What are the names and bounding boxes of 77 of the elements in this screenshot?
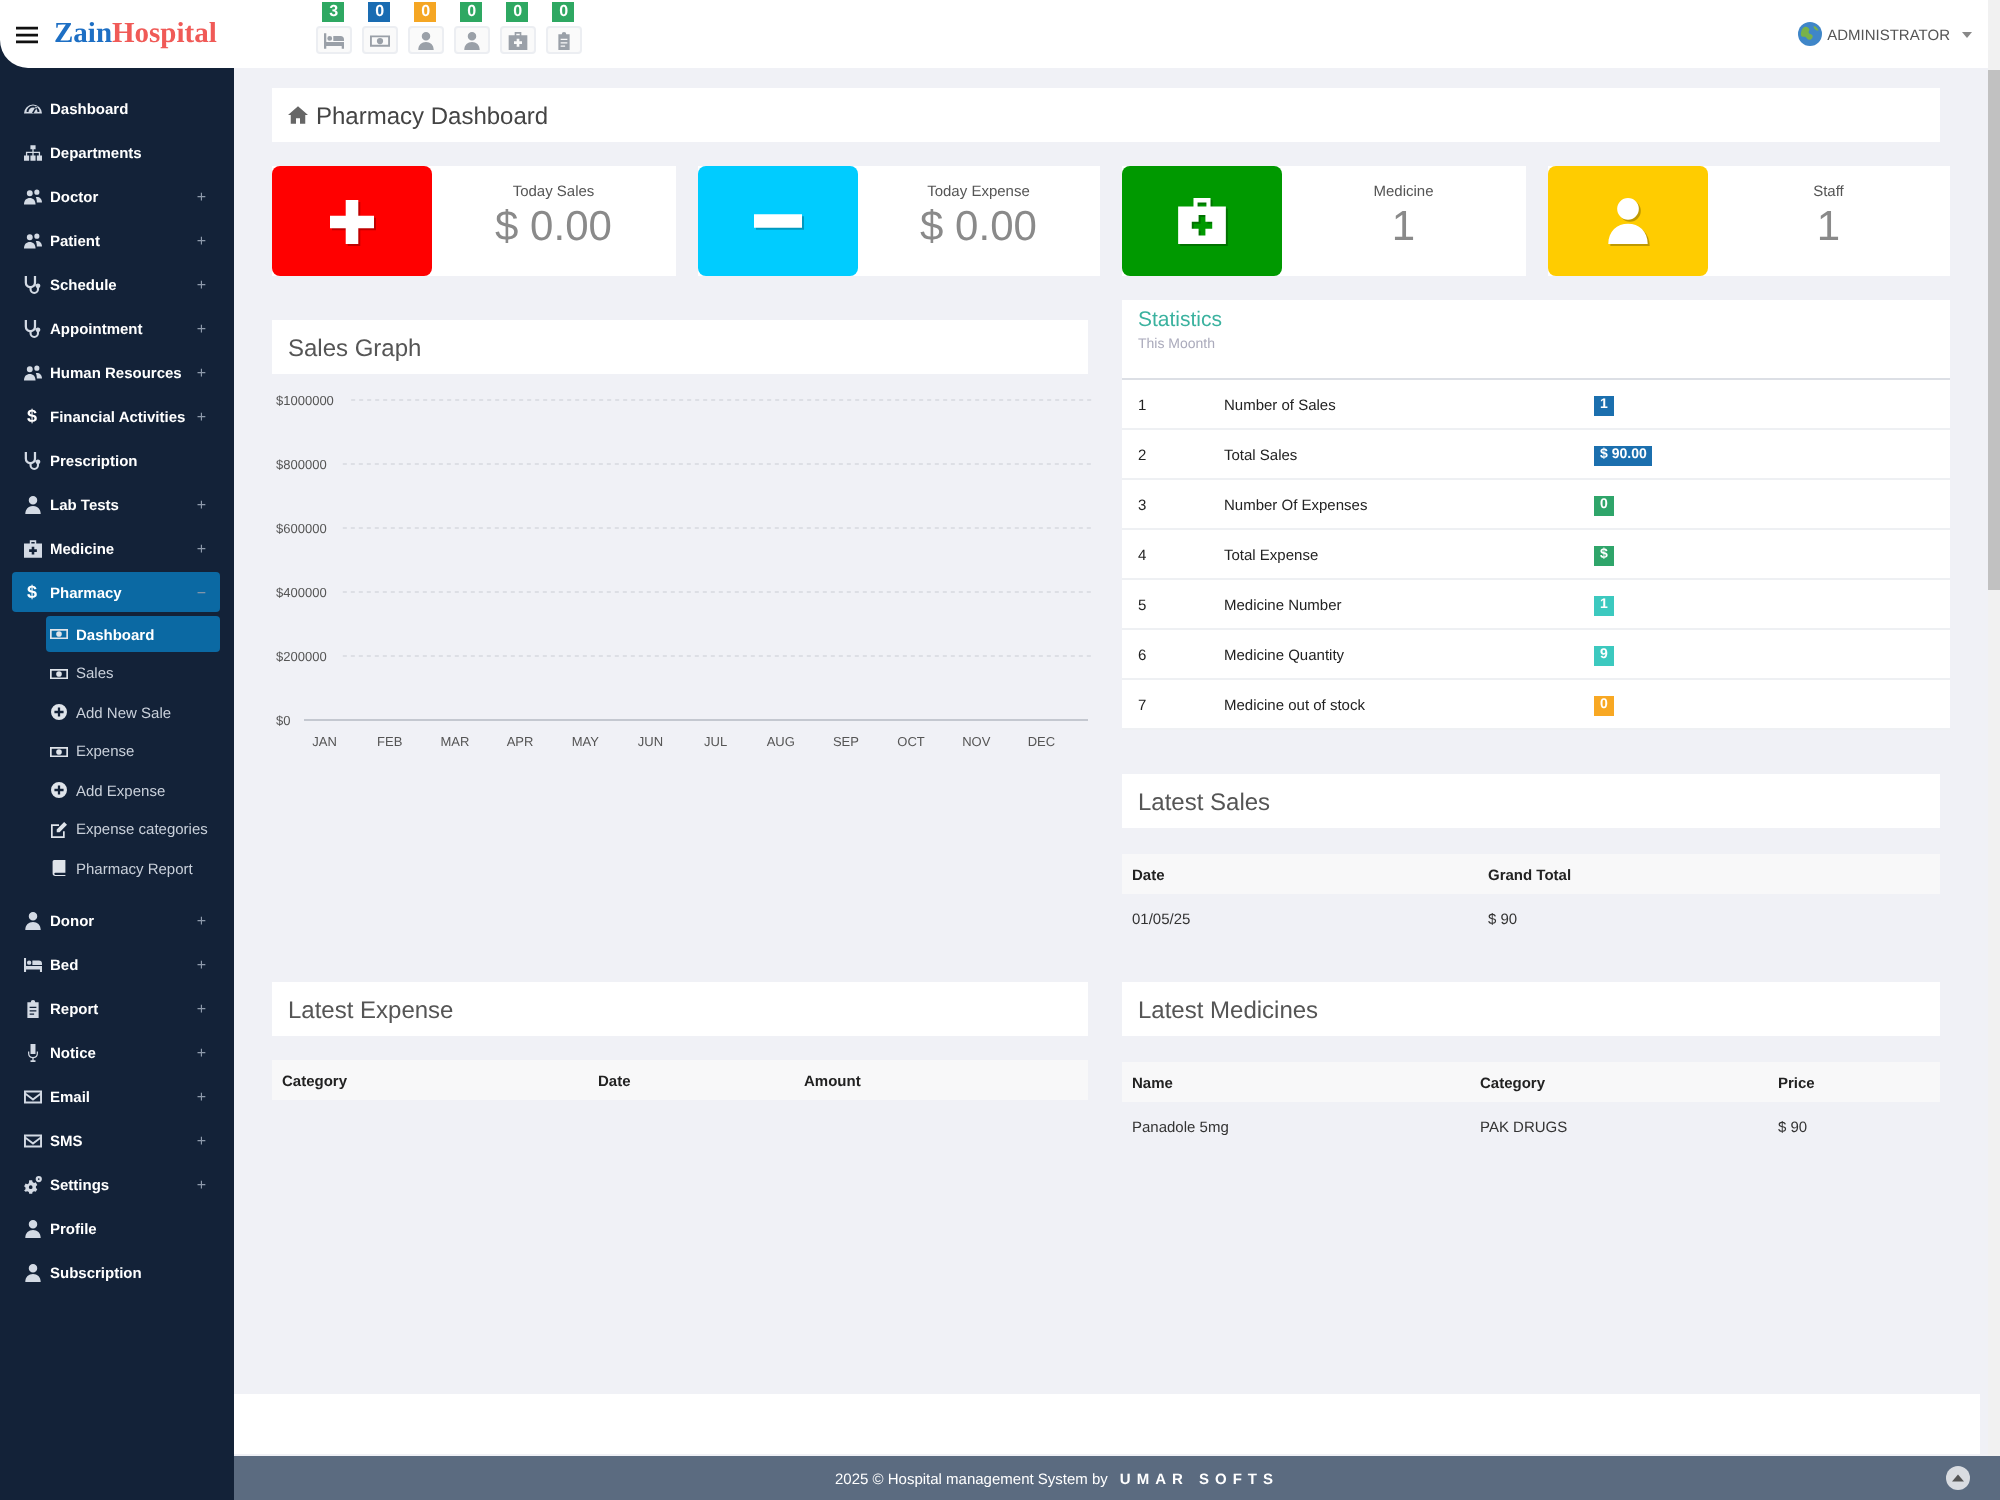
stat-value: $ 0.00	[495, 204, 612, 252]
dollar-sign: $	[24, 582, 39, 602]
stethoscope-icon	[23, 451, 41, 469]
user-icon	[23, 1220, 41, 1238]
banknote-icon	[49, 743, 67, 759]
banknote-icon	[49, 665, 67, 681]
expand-toggle[interactable]: +	[196, 407, 206, 425]
expand-toggle[interactable]: +	[196, 539, 206, 557]
edit-icon	[49, 821, 67, 837]
expand-toggle[interactable]: +	[196, 1176, 206, 1194]
user-icon	[23, 912, 41, 930]
expand-toggle[interactable]: +	[196, 231, 206, 249]
microphone-icon	[23, 1044, 41, 1062]
book-icon	[49, 860, 67, 876]
minus-icon	[753, 214, 801, 228]
count-badge: 3	[322, 2, 345, 22]
expand-toggle[interactable]: +	[196, 187, 206, 205]
stat-value: 1	[1816, 204, 1841, 252]
stat-value: 1	[1391, 204, 1416, 252]
expand-toggle[interactable]: +	[196, 495, 206, 513]
expand-toggle[interactable]: +	[196, 363, 206, 381]
section-heading: Latest Medicines	[1122, 982, 1940, 1036]
stethoscope-icon	[23, 275, 41, 293]
bed-icon	[324, 31, 345, 49]
banknote-icon	[370, 31, 391, 49]
medkit-icon	[1178, 198, 1226, 244]
menu-button[interactable]	[16, 25, 38, 43]
panel-title: Statistics	[1138, 308, 1223, 332]
users-icon	[23, 187, 41, 205]
gears-icon	[23, 1176, 41, 1194]
user-icon	[416, 31, 437, 49]
count-badge: 0	[414, 2, 437, 22]
expand-toggle[interactable]: +	[196, 319, 206, 337]
count-badge: 0	[460, 2, 483, 22]
gauge-icon	[23, 99, 41, 117]
banknote-icon	[49, 626, 67, 642]
stethoscope-icon	[23, 319, 41, 337]
section-heading: Latest Sales	[1122, 774, 1940, 828]
count-badge: 0	[506, 2, 529, 22]
caret-up-icon	[1952, 1474, 1964, 1482]
section-heading: Sales Graph	[272, 320, 1088, 374]
scrollbar[interactable]	[1988, 0, 2000, 1456]
scrollbar-thumb[interactable]	[1988, 70, 2000, 590]
user-icon	[1607, 198, 1647, 244]
expand-toggle[interactable]: +	[196, 275, 206, 293]
user-icon	[462, 31, 483, 49]
menu-icon	[16, 25, 38, 43]
sitemap-icon	[23, 143, 41, 161]
bed-icon	[23, 956, 41, 974]
expand-toggle[interactable]: +	[196, 1000, 206, 1018]
dollar-sign: $	[24, 406, 39, 426]
medkit-icon	[508, 31, 529, 49]
users-icon	[23, 231, 41, 249]
users-icon	[23, 363, 41, 381]
expand-toggle[interactable]: +	[196, 1088, 206, 1106]
page-title: Pharmacy Dashboard	[316, 101, 549, 129]
envelope-icon	[23, 1132, 41, 1150]
expand-toggle[interactable]: +	[196, 1132, 206, 1150]
expand-toggle[interactable]: +	[196, 956, 206, 974]
expand-toggle[interactable]: +	[196, 912, 206, 930]
clipboard-icon	[554, 31, 575, 49]
user-icon	[23, 1264, 41, 1282]
logo-text[interactable]: ZainHospital	[54, 17, 217, 51]
section-heading: Latest Expense	[272, 982, 1088, 1036]
user-icon	[23, 495, 41, 513]
medkit-icon	[23, 539, 41, 557]
envelope-icon	[23, 1088, 41, 1106]
count-badge: 0	[552, 2, 575, 22]
globe-icon	[1797, 22, 1822, 46]
plus-icon	[330, 199, 374, 243]
count-badge: 0	[368, 2, 391, 22]
caret-down-icon	[1962, 31, 1972, 37]
home-icon	[288, 106, 308, 124]
expand-toggle[interactable]: +	[196, 1044, 206, 1062]
stat-value: $ 0.00	[920, 204, 1037, 252]
clipboard-icon	[23, 1000, 41, 1018]
scroll-top-button[interactable]	[1946, 1466, 1970, 1490]
